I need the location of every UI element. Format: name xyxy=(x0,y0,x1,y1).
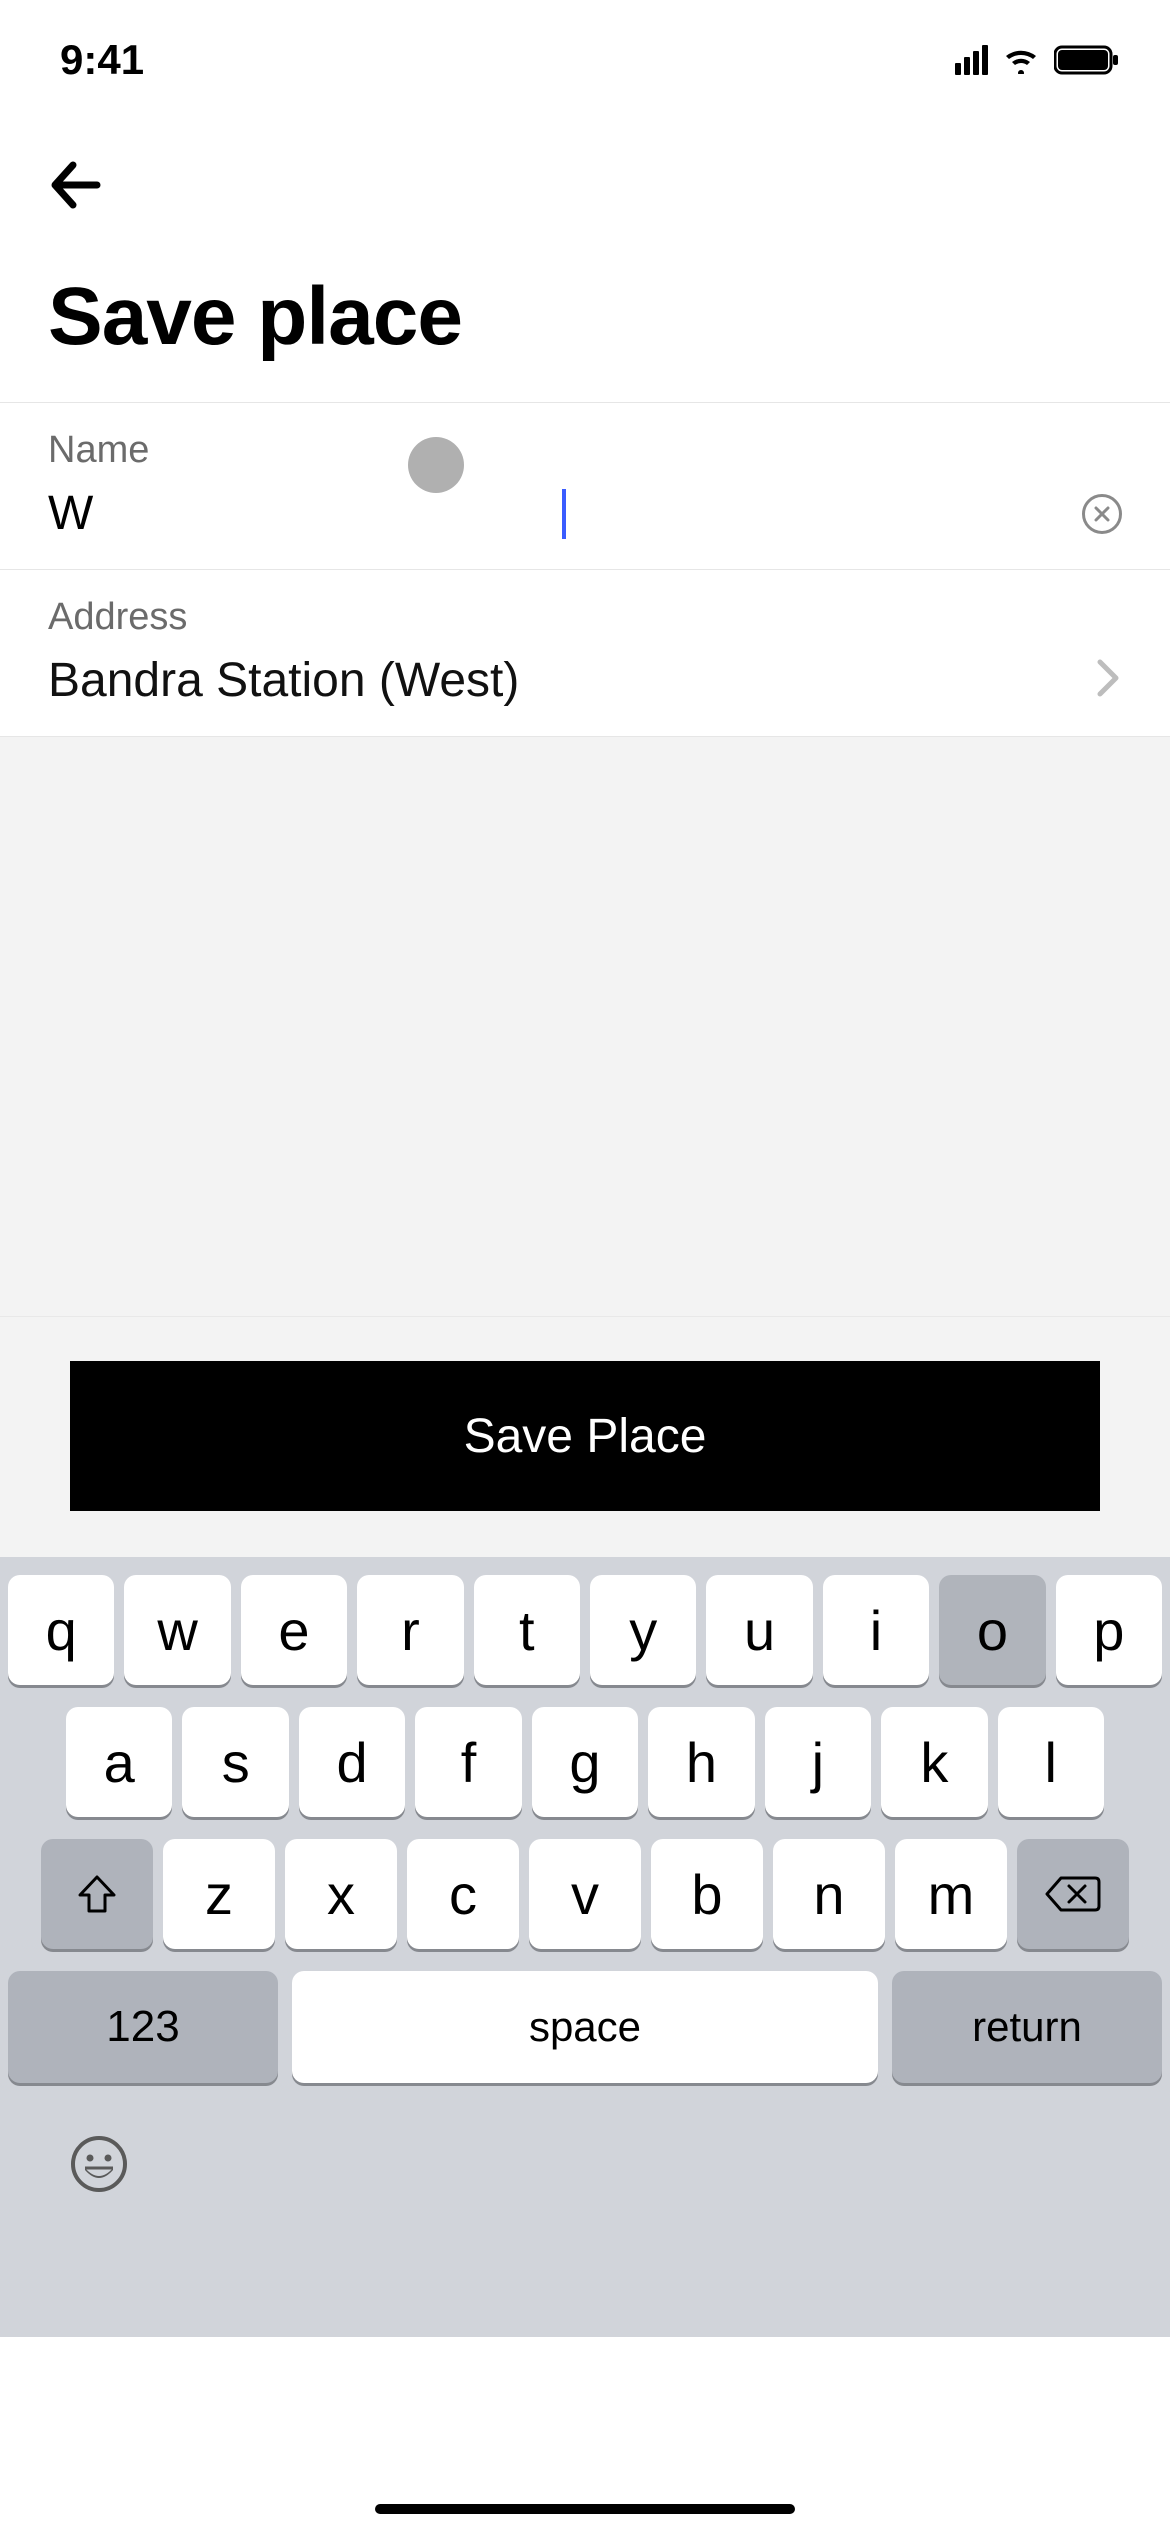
key-x[interactable]: x xyxy=(285,1839,397,1949)
key-g[interactable]: g xyxy=(532,1707,638,1817)
touch-indicator-dot xyxy=(408,437,464,493)
key-e[interactable]: e xyxy=(241,1575,347,1685)
address-label: Address xyxy=(48,596,1122,639)
key-c[interactable]: c xyxy=(407,1839,519,1949)
key-z[interactable]: z xyxy=(163,1839,275,1949)
keyboard: q w e r t y u i o p a s d f g h j k l z … xyxy=(0,1557,1170,2337)
emoji-button[interactable] xyxy=(64,2129,134,2199)
shift-icon xyxy=(74,1871,120,1917)
name-row[interactable]: Name W xyxy=(0,403,1170,570)
content-gap xyxy=(0,737,1170,1317)
key-shift[interactable] xyxy=(41,1839,153,1949)
arrow-left-icon xyxy=(45,155,105,215)
key-h[interactable]: h xyxy=(648,1707,754,1817)
key-i[interactable]: i xyxy=(823,1575,929,1685)
key-d[interactable]: d xyxy=(299,1707,405,1817)
keyboard-row-1: q w e r t y u i o p xyxy=(8,1575,1162,1685)
keyboard-row-4: 123 space return xyxy=(8,1971,1162,2083)
key-s[interactable]: s xyxy=(182,1707,288,1817)
key-k[interactable]: k xyxy=(881,1707,987,1817)
save-place-button[interactable]: Save Place xyxy=(70,1361,1100,1511)
keyboard-row-3: z x c v b n m xyxy=(8,1839,1162,1949)
key-u[interactable]: u xyxy=(706,1575,812,1685)
key-r[interactable]: r xyxy=(357,1575,463,1685)
battery-icon xyxy=(1054,45,1120,75)
cta-area: Save Place xyxy=(0,1317,1170,1557)
keyboard-bottom-row xyxy=(8,2105,1162,2223)
chevron-right-icon xyxy=(1094,656,1122,705)
key-l[interactable]: l xyxy=(998,1707,1104,1817)
form-area: Name W Address Bandra Station (West) xyxy=(0,402,1170,737)
key-n[interactable]: n xyxy=(773,1839,885,1949)
key-numbers[interactable]: 123 xyxy=(8,1971,278,2083)
key-j[interactable]: j xyxy=(765,1707,871,1817)
key-b[interactable]: b xyxy=(651,1839,763,1949)
name-label: Name xyxy=(48,429,1122,472)
address-value: Bandra Station (West) xyxy=(48,653,519,708)
page-title: Save place xyxy=(0,230,1170,402)
backspace-icon xyxy=(1045,1874,1101,1914)
key-y[interactable]: y xyxy=(590,1575,696,1685)
text-cursor xyxy=(562,489,566,539)
key-space[interactable]: space xyxy=(292,1971,878,2083)
status-time: 9:41 xyxy=(60,36,144,84)
key-w[interactable]: w xyxy=(124,1575,230,1685)
address-row[interactable]: Address Bandra Station (West) xyxy=(0,570,1170,737)
wifi-icon xyxy=(1002,46,1040,74)
key-v[interactable]: v xyxy=(529,1839,641,1949)
key-backspace[interactable] xyxy=(1017,1839,1129,1949)
key-return[interactable]: return xyxy=(892,1971,1162,2083)
key-q[interactable]: q xyxy=(8,1575,114,1685)
status-indicators xyxy=(955,45,1120,75)
status-bar: 9:41 xyxy=(0,0,1170,120)
key-t[interactable]: t xyxy=(474,1575,580,1685)
cellular-icon xyxy=(955,45,988,75)
key-o[interactable]: o xyxy=(939,1575,1045,1685)
close-icon xyxy=(1092,504,1112,524)
key-p[interactable]: p xyxy=(1056,1575,1162,1685)
back-button[interactable] xyxy=(30,140,120,230)
key-a[interactable]: a xyxy=(66,1707,172,1817)
keyboard-row-2: a s d f g h j k l xyxy=(8,1707,1162,1817)
name-input[interactable]: W xyxy=(48,486,564,541)
key-f[interactable]: f xyxy=(415,1707,521,1817)
clear-input-button[interactable] xyxy=(1082,494,1122,534)
key-m[interactable]: m xyxy=(895,1839,1007,1949)
home-indicator[interactable] xyxy=(375,2504,795,2514)
emoji-icon xyxy=(69,2134,129,2194)
